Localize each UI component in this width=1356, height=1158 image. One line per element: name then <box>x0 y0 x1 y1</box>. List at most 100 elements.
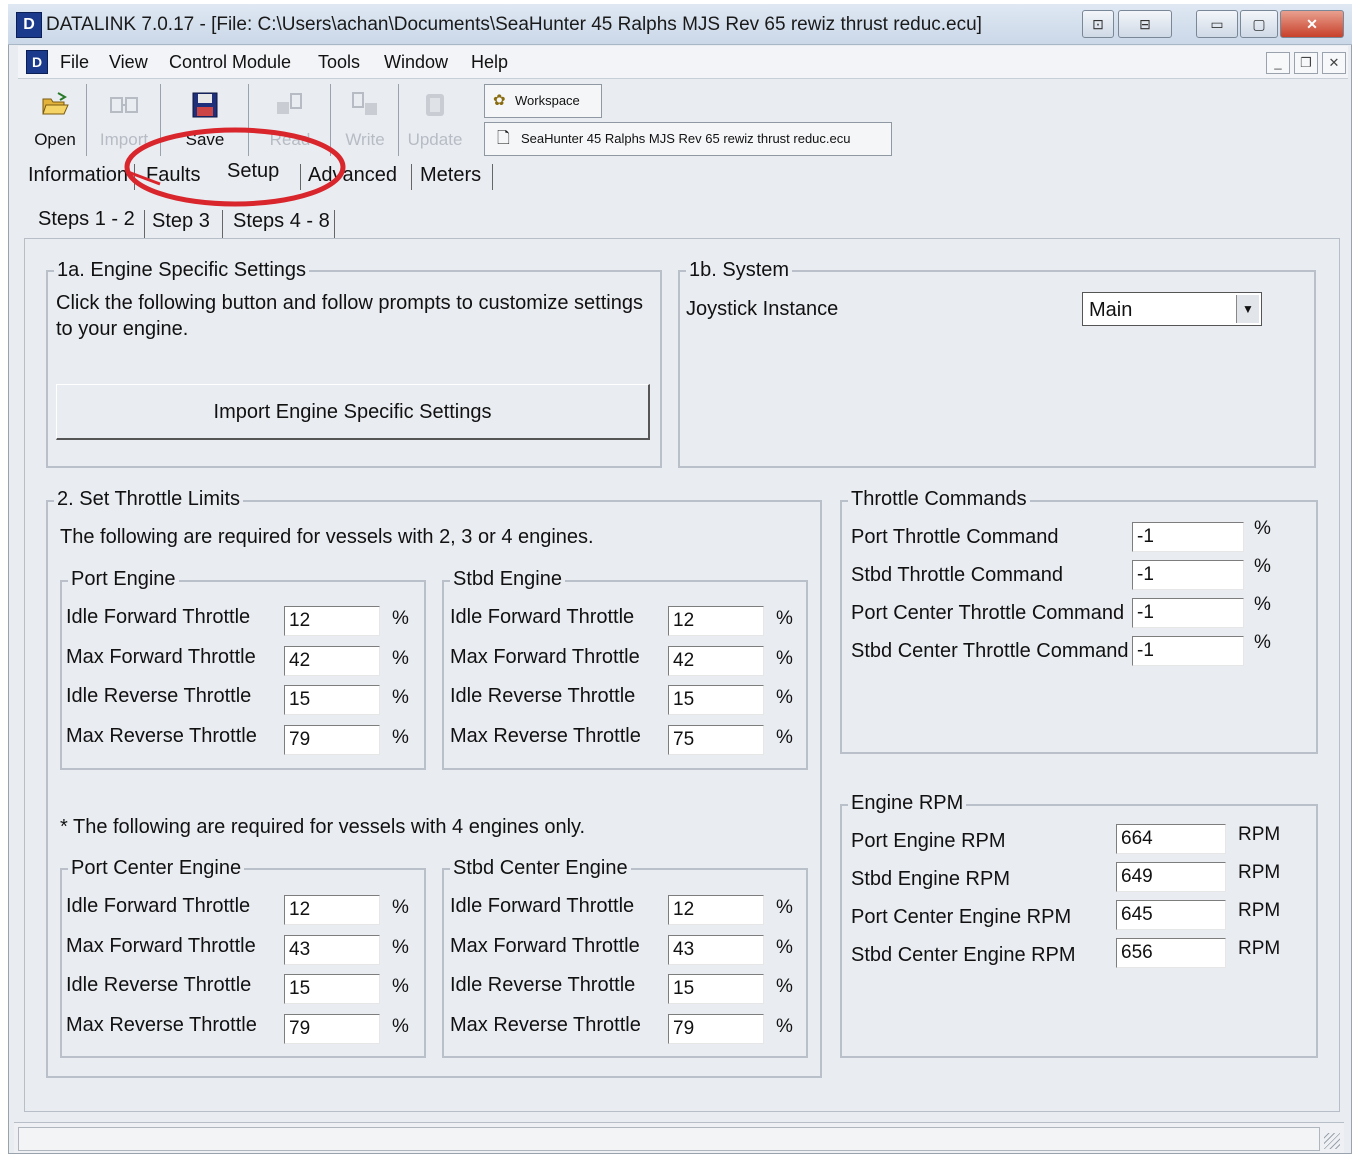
subtab-step-3[interactable]: Step 3 <box>152 210 210 233</box>
setup-highlight-circle <box>124 127 346 207</box>
caption-extra2-icon[interactable]: ⊟ <box>1118 10 1172 38</box>
subtab-separator <box>222 210 223 238</box>
menu-view[interactable]: View <box>109 52 148 73</box>
port-center-engine-idle-reverse-throttle-input[interactable]: 15 <box>284 974 380 1004</box>
port-center-engine-max-reverse-throttle-input[interactable]: 79 <box>284 1013 380 1044</box>
throttle-command-input[interactable]: -1 <box>1132 598 1244 628</box>
port-engine-idle-forward-throttle-label: Idle Forward Throttle <box>66 606 251 628</box>
stbd-engine-max-reverse-throttle-input[interactable]: 75 <box>668 724 764 755</box>
stbd-center-engine-max-forward-throttle-input[interactable]: 43 <box>668 934 764 965</box>
maximize-window-button[interactable]: ▢ <box>1240 10 1278 38</box>
workspace-button[interactable]: ✿ Workspace <box>484 84 602 118</box>
workspace-label: Workspace <box>515 93 580 108</box>
port-engine-idle-forward-throttle-unit: % <box>392 608 409 629</box>
port-engine-max-forward-throttle-input[interactable]: 42 <box>284 645 380 676</box>
engine-rpm-label: Port Center Engine RPM <box>851 906 1072 928</box>
stbd-center-engine-idle-reverse-throttle-unit: % <box>776 976 793 997</box>
stbd-center-engine-title: Stbd Center Engine <box>450 857 631 880</box>
stbd-center-engine-idle-reverse-throttle-label: Idle Reverse Throttle <box>450 974 636 996</box>
system-title: 1b. System <box>686 259 793 282</box>
open-button[interactable]: Open <box>24 84 87 156</box>
subtab-separator <box>334 210 335 238</box>
joystick-instance-select[interactable]: Main ▼ <box>1082 292 1262 326</box>
stbd-engine-title: Stbd Engine <box>450 568 565 591</box>
status-bar <box>14 1122 1344 1153</box>
status-pane <box>18 1127 1320 1151</box>
tab-meters[interactable]: Meters <box>420 164 481 187</box>
menu-window[interactable]: Window <box>384 52 448 73</box>
tab-separator <box>411 164 412 190</box>
port-engine-idle-reverse-throttle-label: Idle Reverse Throttle <box>66 685 252 707</box>
mdi-close-button[interactable]: ✕ <box>1322 52 1346 74</box>
port-engine-max-reverse-throttle-input[interactable]: 79 <box>284 724 380 755</box>
stbd-center-engine-max-reverse-throttle-input[interactable]: 79 <box>668 1013 764 1044</box>
engine-rpm-input[interactable]: 656 <box>1116 938 1226 968</box>
port-engine-idle-reverse-throttle-input[interactable]: 15 <box>284 685 380 715</box>
port-center-engine-idle-forward-throttle-label: Idle Forward Throttle <box>66 895 251 917</box>
stbd-center-engine-idle-reverse-throttle-input[interactable]: 15 <box>668 974 764 1004</box>
menu-bar: D File View Control Module Tools Window … <box>18 46 1348 79</box>
port-center-engine-idle-forward-throttle-input[interactable]: 12 <box>284 895 380 925</box>
menu-tools[interactable]: Tools <box>318 52 360 73</box>
engine-rpm-input[interactable]: 649 <box>1116 862 1226 892</box>
engine-rpm-unit: RPM <box>1238 900 1281 921</box>
engine-rpm-unit: RPM <box>1238 862 1281 883</box>
port-center-engine-max-forward-throttle-label: Max Forward Throttle <box>66 934 256 957</box>
throttle-command-label: Port Throttle Command <box>851 526 1059 548</box>
port-center-engine-max-reverse-throttle-unit: % <box>392 1015 409 1037</box>
menu-control-module[interactable]: Control Module <box>169 52 291 73</box>
throttle-command-input[interactable]: -1 <box>1132 560 1244 590</box>
engine-specific-title: 1a. Engine Specific Settings <box>54 259 310 282</box>
read-icon <box>277 93 302 114</box>
stbd-engine-max-forward-throttle-input[interactable]: 42 <box>668 645 764 676</box>
write-icon <box>352 92 377 115</box>
throttle-commands-title: Throttle Commands <box>848 488 1030 511</box>
throttle-command-unit: % <box>1254 594 1271 615</box>
document-icon: 🗋 <box>497 130 510 147</box>
stbd-engine-idle-reverse-throttle-input[interactable]: 15 <box>668 685 764 715</box>
chevron-down-icon[interactable]: ▼ <box>1236 295 1259 323</box>
folder-open-icon <box>42 92 69 115</box>
port-engine-idle-forward-throttle-input[interactable]: 12 <box>284 606 380 636</box>
window-title: DATALINK 7.0.17 - [File: C:\Users\achan\… <box>46 14 982 35</box>
stbd-engine-idle-reverse-throttle-unit: % <box>776 687 793 708</box>
mdi-minimize-button[interactable]: _ <box>1266 52 1290 74</box>
stbd-center-engine-idle-forward-throttle-input[interactable]: 12 <box>668 895 764 925</box>
resize-grip-icon[interactable] <box>1324 1133 1340 1149</box>
port-center-engine-title: Port Center Engine <box>68 857 245 880</box>
tab-information[interactable]: Information <box>28 164 128 187</box>
port-center-engine-max-forward-throttle-input[interactable]: 43 <box>284 934 380 965</box>
stbd-engine-idle-forward-throttle-unit: % <box>776 608 793 629</box>
engine-rpm-input[interactable]: 664 <box>1116 824 1226 854</box>
throttle-command-unit: % <box>1254 632 1271 653</box>
stbd-center-engine-max-forward-throttle-label: Max Forward Throttle <box>450 934 640 957</box>
throttle-command-input[interactable]: -1 <box>1132 636 1244 666</box>
floppy-disk-icon <box>192 92 218 118</box>
file-tab-button[interactable]: 🗋 SeaHunter 45 Ralphs MJS Rev 65 rewiz t… <box>484 122 892 156</box>
subtab-steps-1-2[interactable]: Steps 1 - 2 <box>38 208 135 231</box>
import-engine-settings-button[interactable]: Import Engine Specific Settings <box>56 384 650 440</box>
stbd-center-engine-idle-forward-throttle-unit: % <box>776 897 793 918</box>
stbd-engine-max-forward-throttle-unit: % <box>776 647 793 669</box>
update-button[interactable]: Update <box>400 84 470 156</box>
engine-rpm-input[interactable]: 645 <box>1116 900 1226 930</box>
update-icon <box>426 94 444 116</box>
engine-rpm-title: Engine RPM <box>848 792 967 815</box>
stbd-engine-idle-forward-throttle-input[interactable]: 12 <box>668 606 764 636</box>
throttle-command-label: Stbd Throttle Command <box>851 564 1063 586</box>
stbd-center-engine-max-forward-throttle-unit: % <box>776 936 793 958</box>
joystick-instance-value: Main <box>1089 299 1133 321</box>
subtab-steps-4-8[interactable]: Steps 4 - 8 <box>233 210 330 233</box>
close-window-button[interactable]: ✕ <box>1280 10 1344 38</box>
joystick-instance-label: Joystick Instance <box>686 298 839 320</box>
mdi-restore-button[interactable]: ❐ <box>1294 52 1318 74</box>
throttle-command-unit: % <box>1254 556 1271 577</box>
engine-rpm-label: Stbd Engine RPM <box>851 868 1010 890</box>
throttle-command-label: Port Center Throttle Command <box>851 602 1125 624</box>
menu-help[interactable]: Help <box>471 52 508 73</box>
throttle-command-input[interactable]: -1 <box>1132 522 1244 552</box>
minimize-window-button[interactable]: ▭ <box>1196 10 1238 38</box>
app-logo-icon: D <box>16 12 42 38</box>
menu-file[interactable]: File <box>60 52 89 73</box>
caption-extra-icon[interactable]: ⊡ <box>1082 10 1114 38</box>
